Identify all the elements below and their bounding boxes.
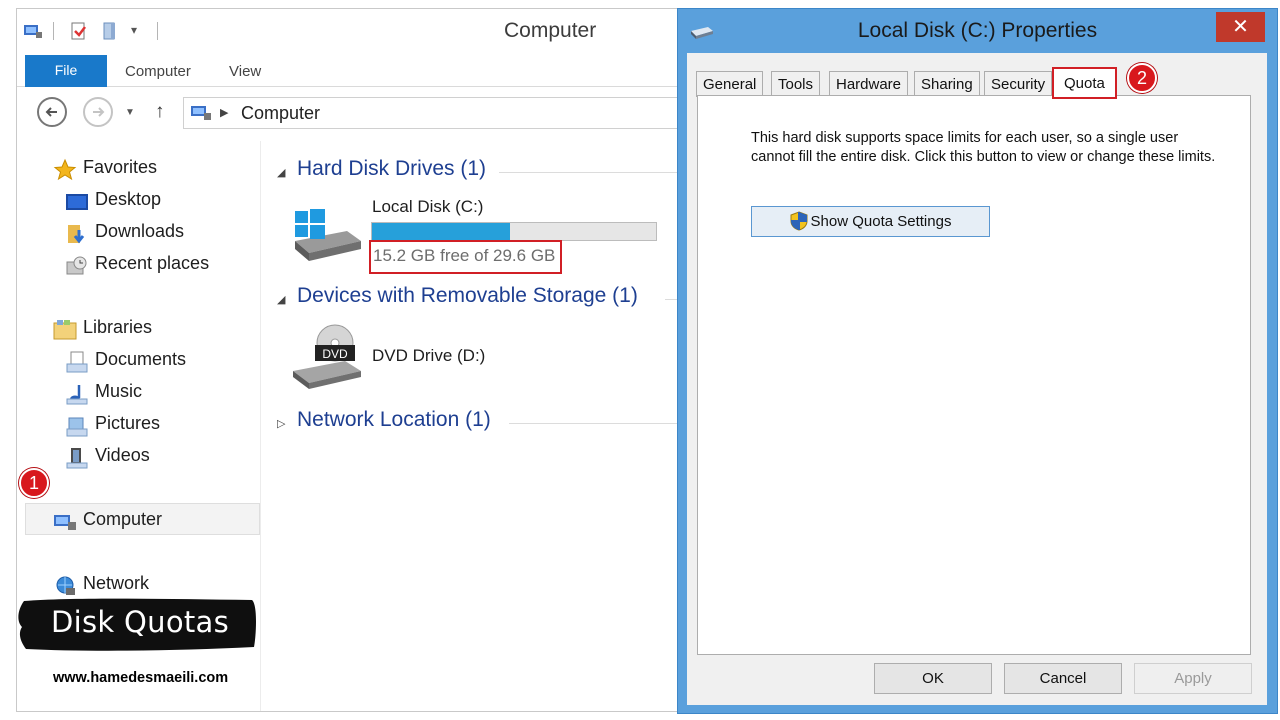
dialog-title: Local Disk (C:) Properties [857,19,1098,42]
nav-label: Recent places [95,253,210,273]
nav-label: Favorites [83,157,158,177]
documents-icon [66,351,88,373]
properties-dialog: Local Disk (C:) Properties ✕ General Too… [677,8,1278,714]
up-button[interactable]: ↑ [155,101,165,123]
local-disk-label[interactable]: Local Disk (C:) [372,197,483,217]
arrow-left-icon [45,107,57,117]
properties-icon[interactable] [69,21,89,41]
music-icon [66,385,88,405]
address-field[interactable]: ▶ Computer [183,97,679,129]
file-tab[interactable]: File [25,55,107,87]
tab-tools[interactable]: Tools [771,71,821,97]
free-space-text: 15.2 GB free of 29.6 GB [369,240,563,274]
computer-icon [191,106,211,120]
star-icon [53,158,77,181]
address-bar: ▼ ↑ ▶ Computer [17,89,679,139]
caption-text: Disk Quotas [51,605,230,639]
quota-button-label: Show Quota Settings [810,213,952,230]
cancel-button[interactable]: Cancel [1004,663,1122,694]
back-button[interactable] [37,97,67,127]
ribbon: File Computer View [17,55,679,87]
videos-icon [66,448,88,469]
tab-security[interactable]: Security [984,71,1053,97]
expand-triangle-icon[interactable]: ▷ [277,417,285,430]
tab-hardware[interactable]: Hardware [829,71,909,97]
recent-places-icon [66,256,87,275]
nav-label: Music [95,381,143,401]
desktop-icon [66,194,88,210]
group-title: Hard Disk Drives (1) [297,157,487,180]
address-path: Computer [241,103,321,123]
customize-toolbar-icon[interactable]: ▾ [131,23,137,37]
window-title: Computer [504,19,597,42]
nav-label: Libraries [83,317,153,337]
dvd-drive-label[interactable]: DVD Drive (D:) [372,346,485,366]
network-icon [56,576,75,595]
collapse-triangle-icon[interactable]: ◢ [277,166,285,179]
dialog-body: General Tools Hardware Sharing Security … [687,53,1267,705]
forward-button[interactable] [83,97,113,127]
group-network-location[interactable]: ▷ Network Location (1) [277,408,679,438]
local-disk-icon[interactable] [291,205,363,263]
ok-button[interactable]: OK [874,663,992,694]
close-button[interactable]: ✕ [1216,12,1265,42]
tab-view[interactable]: View [229,55,261,87]
tab-sharing[interactable]: Sharing [914,71,980,97]
website-watermark: www.hamedesmaeili.com [53,670,229,686]
tab-quota[interactable]: Quota [1052,67,1117,99]
group-title: Network Location (1) [297,408,491,431]
group-hard-disk-drives[interactable]: ◢ Hard Disk Drives (1) [277,157,679,187]
collapse-triangle-icon[interactable]: ◢ [277,293,285,306]
nav-label: Desktop [95,189,162,209]
nav-label: Network [83,573,150,593]
tab-computer[interactable]: Computer [125,55,191,87]
apply-button[interactable]: Apply [1134,663,1252,694]
breadcrumb-arrow-icon[interactable]: ▶ [220,106,228,119]
step-badge-2: 2 [1127,63,1157,93]
libraries-icon [53,320,77,340]
quota-tab-panel: This hard disk supports space limits for… [697,95,1251,655]
step-badge-1: 1 [19,468,49,498]
nav-label: Computer [83,509,163,529]
quick-access-toolbar: ▾ Computer [17,9,679,55]
capacity-fill [372,223,511,240]
downloads-icon [68,225,85,244]
dvd-drive-icon[interactable]: DVD [291,323,363,389]
recent-locations-dropdown[interactable]: ▼ [125,107,135,118]
dvd-logo-text: DVD [322,347,348,361]
nav-label: Downloads [95,221,185,241]
uac-shield-icon [790,210,808,231]
capacity-bar [371,222,657,241]
group-removable-storage[interactable]: ◢ Devices with Removable Storage (1) [277,284,679,314]
quota-description: This hard disk supports space limits for… [751,130,1216,165]
pictures-icon [66,417,88,437]
tab-general[interactable]: General [696,71,764,97]
new-folder-icon[interactable] [101,21,121,41]
toolbar-separator [53,22,54,40]
nav-label: Documents [95,349,187,369]
show-quota-settings-button[interactable]: Show Quota Settings [751,206,990,237]
tab-strip: General Tools Hardware Sharing Security … [696,67,1256,99]
computer-icon [54,515,76,530]
group-divider [509,423,679,424]
nav-label: Pictures [95,413,161,433]
nav-label: Videos [95,445,150,465]
group-title: Devices with Removable Storage (1) [297,284,638,307]
computer-icon[interactable] [23,21,43,41]
toolbar-separator [157,22,158,40]
group-divider [499,172,679,173]
arrow-right-icon [93,107,105,117]
